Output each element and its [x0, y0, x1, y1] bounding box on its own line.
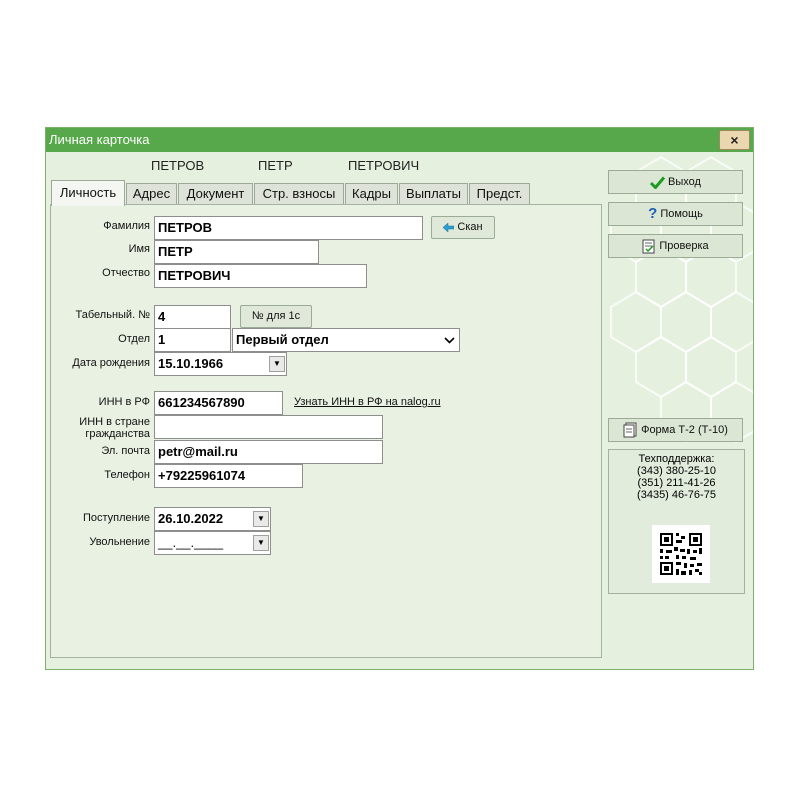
- support-title: Техподдержка:: [638, 453, 715, 465]
- support-phone-3: (3435) 46-76-75: [637, 489, 716, 501]
- birth-date-value: 15.10.1966: [158, 356, 224, 371]
- tab-predst[interactable]: Предст.: [469, 183, 530, 205]
- inn-field[interactable]: 661234567890: [154, 391, 283, 415]
- chevron-down-icon: [444, 337, 455, 344]
- arrow-left-icon: [443, 222, 455, 232]
- dropdown-arrow-icon[interactable]: ▼: [253, 535, 269, 551]
- hire-date-field[interactable]: 26.10.2022 ▼: [154, 507, 271, 531]
- inn-nalog-link[interactable]: Узнать ИНН в РФ на nalog.ru: [294, 396, 441, 408]
- header-first-name: ПЕТР: [258, 158, 293, 173]
- form-t2-label: Форма Т-2 (Т-10): [641, 424, 728, 436]
- email-label: Эл. почта: [101, 445, 150, 457]
- patronymic-field[interactable]: ПЕТРОВИЧ: [154, 264, 367, 288]
- help-button[interactable]: ? Помощь: [608, 202, 743, 226]
- check-button[interactable]: Проверка: [608, 234, 743, 258]
- window-title: Личная карточка: [49, 132, 150, 147]
- tabnum-label: Табельный. №: [75, 309, 150, 321]
- tab-lichnost[interactable]: Личность: [51, 180, 125, 206]
- tab-panel-lichnost: Фамилия ПЕТРОВ Скан Имя ПЕТР Отчество ПЕ…: [50, 204, 602, 658]
- dept-select[interactable]: Первый отдел: [232, 328, 460, 352]
- patronymic-label: Отчество: [102, 267, 150, 279]
- check-label: Проверка: [659, 240, 709, 252]
- surname-field[interactable]: ПЕТРОВ: [154, 216, 423, 240]
- dept-name: Первый отдел: [236, 332, 329, 347]
- dept-label: Отдел: [118, 333, 150, 345]
- inn-foreign-label: ИНН в стране гражданства: [79, 416, 150, 440]
- title-bar: Личная карточка ×: [46, 128, 753, 152]
- document-check-icon: [642, 239, 655, 254]
- fire-date-value: __.__.____: [158, 535, 224, 550]
- tab-adres[interactable]: Адрес: [126, 183, 177, 205]
- hire-label: Поступление: [82, 512, 150, 524]
- header-last-name: ПЕТРОВ: [151, 158, 205, 173]
- tab-kadry[interactable]: Кадры: [345, 183, 398, 205]
- support-box: Техподдержка: (343) 380-25-10 (351) 211-…: [608, 449, 745, 594]
- help-label: Помощь: [660, 208, 703, 220]
- support-phone-2: (351) 211-41-26: [637, 477, 716, 489]
- inn-foreign-field[interactable]: [154, 415, 383, 439]
- close-button[interactable]: ×: [719, 130, 750, 150]
- name-field[interactable]: ПЕТР: [154, 240, 319, 264]
- tab-dokument[interactable]: Документ: [178, 183, 253, 205]
- exit-button[interactable]: Выход: [608, 170, 743, 194]
- email-field[interactable]: petr@mail.ru: [154, 440, 383, 464]
- personal-card-window: Личная карточка × ПЕТРОВ ПЕТР ПЕТРОВИЧ Л…: [45, 127, 754, 670]
- dept-code-field[interactable]: 1: [154, 328, 231, 352]
- question-icon: ?: [648, 205, 658, 223]
- support-phone-1: (343) 380-25-10: [637, 465, 716, 477]
- tabnum-field[interactable]: 4: [154, 305, 231, 329]
- exit-label: Выход: [668, 176, 701, 188]
- qr-code-icon: [652, 525, 710, 583]
- header-middle-name: ПЕТРОВИЧ: [348, 158, 420, 173]
- tab-str-vznosy[interactable]: Стр. взносы: [254, 183, 344, 205]
- tab-vyplaty[interactable]: Выплаты: [399, 183, 468, 205]
- birth-label: Дата рождения: [72, 357, 150, 369]
- form-t2-button[interactable]: Форма Т-2 (Т-10): [608, 418, 743, 442]
- scan-label: Скан: [457, 221, 483, 233]
- scan-button[interactable]: Скан: [431, 216, 495, 239]
- fire-label: Увольнение: [89, 536, 150, 548]
- dropdown-arrow-icon[interactable]: ▼: [253, 511, 269, 527]
- inn-label: ИНН в РФ: [98, 396, 150, 408]
- fire-date-field[interactable]: __.__.____ ▼: [154, 531, 271, 555]
- checkmark-icon: [650, 176, 666, 189]
- phone-label: Телефон: [104, 469, 150, 481]
- birth-date-field[interactable]: 15.10.1966 ▼: [154, 352, 287, 376]
- qr-code-graphic: [660, 533, 702, 575]
- num-1c-button[interactable]: № для 1с: [240, 305, 312, 328]
- surname-label: Фамилия: [103, 220, 150, 232]
- dropdown-arrow-icon[interactable]: ▼: [269, 356, 285, 372]
- document-icon: [623, 422, 637, 438]
- phone-field[interactable]: +79225961074: [154, 464, 303, 488]
- name-label: Имя: [128, 243, 150, 255]
- hire-date-value: 26.10.2022: [158, 511, 224, 526]
